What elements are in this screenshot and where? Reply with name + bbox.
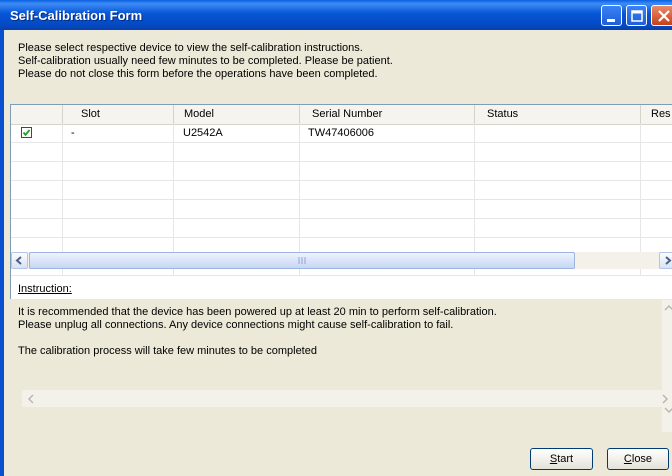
arrow-left-icon[interactable] bbox=[24, 392, 38, 406]
minimize-button[interactable] bbox=[601, 5, 622, 26]
window-title: Self-Calibration Form bbox=[10, 8, 143, 23]
empty-row bbox=[11, 162, 672, 181]
close-window-button[interactable] bbox=[651, 5, 672, 26]
column-header-select[interactable] bbox=[11, 105, 63, 124]
close-label: lose bbox=[631, 453, 653, 465]
instruction-vertical-scrollbar[interactable] bbox=[662, 300, 672, 432]
empty-row bbox=[11, 219, 672, 238]
maximize-icon bbox=[631, 10, 643, 22]
maximize-button[interactable] bbox=[626, 5, 647, 26]
column-header-model[interactable]: Model bbox=[174, 105, 300, 124]
arrow-up-icon[interactable] bbox=[662, 302, 672, 314]
intro-line: Self-calibration usually need few minute… bbox=[18, 55, 393, 67]
slot-cell: - bbox=[63, 124, 174, 142]
device-checkbox[interactable] bbox=[21, 127, 32, 138]
form-body: Please select respective device to view … bbox=[4, 30, 672, 476]
start-button[interactable]: Start bbox=[530, 448, 593, 470]
scroll-right-button[interactable] bbox=[659, 252, 672, 269]
column-header-result[interactable]: Res bbox=[641, 105, 672, 124]
scroll-thumb[interactable] bbox=[29, 252, 575, 269]
close-mnemonic: C bbox=[623, 453, 632, 465]
arrow-right-icon[interactable] bbox=[658, 392, 672, 406]
empty-row bbox=[11, 181, 672, 200]
instruction-line: The calibration process will take few mi… bbox=[18, 345, 317, 357]
table-row[interactable]: - U2542A TW47406006 bbox=[11, 124, 672, 143]
title-bar[interactable]: Self-Calibration Form bbox=[0, 0, 672, 30]
column-header-slot[interactable]: Slot bbox=[63, 105, 174, 124]
select-cell[interactable] bbox=[11, 124, 63, 142]
device-table[interactable]: Slot Model Serial Number Status Res - U2… bbox=[10, 104, 672, 299]
instruction-line: It is recommended that the device has be… bbox=[18, 306, 497, 318]
model-cell: U2542A bbox=[174, 124, 300, 142]
column-header-serial[interactable]: Serial Number bbox=[300, 105, 475, 124]
intro-line: Please do not close this form before the… bbox=[18, 68, 378, 80]
serial-cell: TW47406006 bbox=[300, 124, 475, 142]
instruction-line: Please unplug all connections. Any devic… bbox=[18, 319, 454, 331]
checkmark-icon bbox=[22, 129, 31, 137]
start-label: tart bbox=[557, 453, 574, 465]
status-cell bbox=[475, 124, 641, 142]
arrow-right-icon bbox=[665, 256, 672, 265]
result-cell bbox=[641, 124, 672, 142]
close-icon bbox=[658, 10, 670, 22]
instruction-label: Instruction: bbox=[18, 283, 72, 295]
scroll-left-button[interactable] bbox=[11, 252, 28, 269]
table-horizontal-scrollbar[interactable] bbox=[11, 252, 672, 269]
arrow-left-icon bbox=[15, 256, 22, 265]
empty-row bbox=[11, 143, 672, 162]
instruction-horizontal-scrollbar[interactable] bbox=[22, 390, 672, 407]
column-header-status[interactable]: Status bbox=[475, 105, 641, 124]
intro-line: Please select respective device to view … bbox=[18, 42, 363, 54]
intro-text: Please select respective device to view … bbox=[18, 42, 393, 81]
grip-icon bbox=[298, 257, 306, 264]
minimize-icon bbox=[607, 19, 615, 22]
empty-row bbox=[11, 200, 672, 219]
table-header: Slot Model Serial Number Status Res bbox=[11, 105, 672, 125]
close-button[interactable]: Close bbox=[607, 448, 669, 470]
instruction-text: It is recommended that the device has be… bbox=[18, 306, 497, 358]
